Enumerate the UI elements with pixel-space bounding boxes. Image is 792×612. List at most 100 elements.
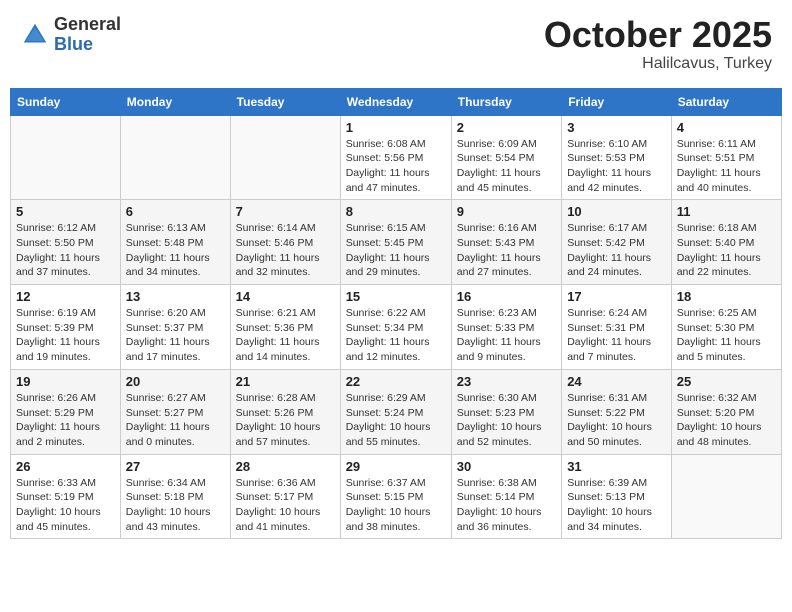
weekday-header-saturday: Saturday xyxy=(671,88,781,115)
day-number: 22 xyxy=(346,374,446,389)
logo: General Blue xyxy=(20,15,121,55)
day-info: Sunrise: 6:13 AM Sunset: 5:48 PM Dayligh… xyxy=(126,221,225,280)
calendar-cell: 5 Sunrise: 6:12 AM Sunset: 5:50 PM Daylig… xyxy=(11,200,121,285)
calendar-cell: 9Sunrise: 6:16 AM Sunset: 5:43 PM Daylig… xyxy=(451,200,561,285)
calendar-cell: 21Sunrise: 6:28 AM Sunset: 5:26 PM Dayli… xyxy=(230,369,340,454)
weekday-header-monday: Monday xyxy=(120,88,230,115)
day-info: Sunrise: 6:09 AM Sunset: 5:54 PM Dayligh… xyxy=(457,137,556,196)
calendar-week-row: 1 Sunrise: 6:08 AM Sunset: 5:56 PM Daylig… xyxy=(11,115,782,200)
calendar-cell: 19 Sunrise: 6:26 AM Sunset: 5:29 PM Dayli… xyxy=(11,369,121,454)
calendar-week-row: 5 Sunrise: 6:12 AM Sunset: 5:50 PM Daylig… xyxy=(11,200,782,285)
day-info: Sunrise: 6:26 AM Sunset: 5:29 PM Dayligh… xyxy=(16,391,115,450)
calendar-cell: 25 Sunrise: 6:32 AM Sunset: 5:20 PM Dayli… xyxy=(671,369,781,454)
day-number: 20 xyxy=(126,374,225,389)
calendar-cell: 15 Sunrise: 6:22 AM Sunset: 5:34 PM Dayli… xyxy=(340,285,451,370)
day-info: Sunrise: 6:14 AM Sunset: 5:46 PM Dayligh… xyxy=(236,221,335,280)
day-number: 21 xyxy=(236,374,335,389)
day-number: 28 xyxy=(236,459,335,474)
weekday-header-tuesday: Tuesday xyxy=(230,88,340,115)
day-info: Sunrise: 6:18 AM Sunset: 5:40 PM Dayligh… xyxy=(677,221,776,280)
day-number: 16 xyxy=(457,289,556,304)
day-info: Sunrise: 6:08 AM Sunset: 5:56 PM Dayligh… xyxy=(346,137,446,196)
calendar-cell: 16Sunrise: 6:23 AM Sunset: 5:33 PM Dayli… xyxy=(451,285,561,370)
logo-general: General xyxy=(54,14,121,34)
day-number: 3 xyxy=(567,120,666,135)
day-info: Sunrise: 6:25 AM Sunset: 5:30 PM Dayligh… xyxy=(677,306,776,365)
day-info: Sunrise: 6:19 AM Sunset: 5:39 PM Dayligh… xyxy=(16,306,115,365)
calendar-week-row: 12 Sunrise: 6:19 AM Sunset: 5:39 PM Dayli… xyxy=(11,285,782,370)
calendar-table: SundayMondayTuesdayWednesdayThursdayFrid… xyxy=(10,88,782,540)
month-title: October 2025 xyxy=(544,15,772,55)
calendar-cell: 27Sunrise: 6:34 AM Sunset: 5:18 PM Dayli… xyxy=(120,454,230,539)
day-info: Sunrise: 6:32 AM Sunset: 5:20 PM Dayligh… xyxy=(677,391,776,450)
calendar-cell: 28 Sunrise: 6:36 AM Sunset: 5:17 PM Dayli… xyxy=(230,454,340,539)
calendar-cell: 4 Sunrise: 6:11 AM Sunset: 5:51 PM Daylig… xyxy=(671,115,781,200)
day-info: Sunrise: 6:22 AM Sunset: 5:34 PM Dayligh… xyxy=(346,306,446,365)
weekday-header-thursday: Thursday xyxy=(451,88,561,115)
day-info: Sunrise: 6:30 AM Sunset: 5:23 PM Dayligh… xyxy=(457,391,556,450)
day-info: Sunrise: 6:12 AM Sunset: 5:50 PM Dayligh… xyxy=(16,221,115,280)
calendar-cell xyxy=(120,115,230,200)
day-number: 2 xyxy=(457,120,556,135)
day-number: 4 xyxy=(677,120,776,135)
day-info: Sunrise: 6:36 AM Sunset: 5:17 PM Dayligh… xyxy=(236,476,335,535)
calendar-cell: 12 Sunrise: 6:19 AM Sunset: 5:39 PM Dayli… xyxy=(11,285,121,370)
calendar-cell xyxy=(230,115,340,200)
header: General Blue October 2025 Halilcavus, Tu… xyxy=(10,10,782,78)
calendar-cell: 3 Sunrise: 6:10 AM Sunset: 5:53 PM Daylig… xyxy=(562,115,672,200)
day-number: 7 xyxy=(236,204,335,219)
day-info: Sunrise: 6:10 AM Sunset: 5:53 PM Dayligh… xyxy=(567,137,666,196)
location-subtitle: Halilcavus, Turkey xyxy=(544,55,772,73)
day-number: 14 xyxy=(236,289,335,304)
day-info: Sunrise: 6:29 AM Sunset: 5:24 PM Dayligh… xyxy=(346,391,446,450)
day-number: 8 xyxy=(346,204,446,219)
calendar-week-row: 19 Sunrise: 6:26 AM Sunset: 5:29 PM Dayli… xyxy=(11,369,782,454)
day-number: 30 xyxy=(457,459,556,474)
calendar-week-row: 26 Sunrise: 6:33 AM Sunset: 5:19 PM Dayli… xyxy=(11,454,782,539)
day-number: 12 xyxy=(16,289,115,304)
day-number: 5 xyxy=(16,204,115,219)
calendar-cell xyxy=(11,115,121,200)
calendar-cell: 29 Sunrise: 6:37 AM Sunset: 5:15 PM Dayli… xyxy=(340,454,451,539)
calendar-cell: 11Sunrise: 6:18 AM Sunset: 5:40 PM Dayli… xyxy=(671,200,781,285)
day-number: 19 xyxy=(16,374,115,389)
calendar-cell: 2 Sunrise: 6:09 AM Sunset: 5:54 PM Daylig… xyxy=(451,115,561,200)
day-info: Sunrise: 6:33 AM Sunset: 5:19 PM Dayligh… xyxy=(16,476,115,535)
day-number: 25 xyxy=(677,374,776,389)
day-info: Sunrise: 6:37 AM Sunset: 5:15 PM Dayligh… xyxy=(346,476,446,535)
calendar-cell: 20 Sunrise: 6:27 AM Sunset: 5:27 PM Dayli… xyxy=(120,369,230,454)
calendar-cell: 8 Sunrise: 6:15 AM Sunset: 5:45 PM Daylig… xyxy=(340,200,451,285)
calendar-cell: 31Sunrise: 6:39 AM Sunset: 5:13 PM Dayli… xyxy=(562,454,672,539)
weekday-header-row: SundayMondayTuesdayWednesdayThursdayFrid… xyxy=(11,88,782,115)
day-number: 6 xyxy=(126,204,225,219)
calendar-cell: 30Sunrise: 6:38 AM Sunset: 5:14 PM Dayli… xyxy=(451,454,561,539)
page: General Blue October 2025 Halilcavus, Tu… xyxy=(0,0,792,549)
day-info: Sunrise: 6:31 AM Sunset: 5:22 PM Dayligh… xyxy=(567,391,666,450)
calendar-cell: 10 Sunrise: 6:17 AM Sunset: 5:42 PM Dayli… xyxy=(562,200,672,285)
day-number: 15 xyxy=(346,289,446,304)
calendar-cell: 26 Sunrise: 6:33 AM Sunset: 5:19 PM Dayli… xyxy=(11,454,121,539)
day-info: Sunrise: 6:24 AM Sunset: 5:31 PM Dayligh… xyxy=(567,306,666,365)
day-number: 26 xyxy=(16,459,115,474)
day-info: Sunrise: 6:17 AM Sunset: 5:42 PM Dayligh… xyxy=(567,221,666,280)
day-number: 1 xyxy=(346,120,446,135)
day-number: 10 xyxy=(567,204,666,219)
calendar-cell: 18Sunrise: 6:25 AM Sunset: 5:30 PM Dayli… xyxy=(671,285,781,370)
day-number: 29 xyxy=(346,459,446,474)
logo-icon xyxy=(20,20,50,50)
calendar-cell: 14Sunrise: 6:21 AM Sunset: 5:36 PM Dayli… xyxy=(230,285,340,370)
day-info: Sunrise: 6:39 AM Sunset: 5:13 PM Dayligh… xyxy=(567,476,666,535)
weekday-header-wednesday: Wednesday xyxy=(340,88,451,115)
logo-blue: Blue xyxy=(54,34,93,54)
day-info: Sunrise: 6:34 AM Sunset: 5:18 PM Dayligh… xyxy=(126,476,225,535)
day-number: 17 xyxy=(567,289,666,304)
day-info: Sunrise: 6:27 AM Sunset: 5:27 PM Dayligh… xyxy=(126,391,225,450)
weekday-header-sunday: Sunday xyxy=(11,88,121,115)
day-number: 13 xyxy=(126,289,225,304)
day-info: Sunrise: 6:15 AM Sunset: 5:45 PM Dayligh… xyxy=(346,221,446,280)
calendar-cell: 24Sunrise: 6:31 AM Sunset: 5:22 PM Dayli… xyxy=(562,369,672,454)
calendar-cell: 6 Sunrise: 6:13 AM Sunset: 5:48 PM Daylig… xyxy=(120,200,230,285)
weekday-header-friday: Friday xyxy=(562,88,672,115)
calendar-cell xyxy=(671,454,781,539)
day-info: Sunrise: 6:11 AM Sunset: 5:51 PM Dayligh… xyxy=(677,137,776,196)
